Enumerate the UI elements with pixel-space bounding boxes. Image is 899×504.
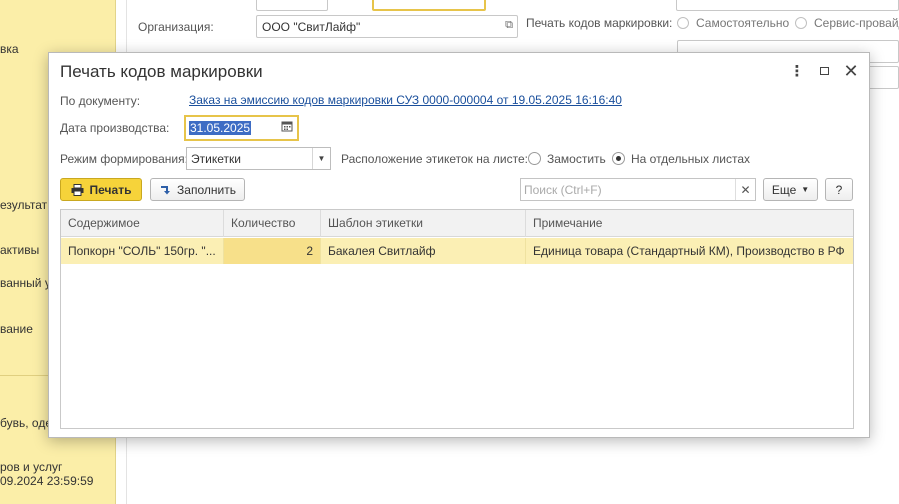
cell-note[interactable]: Единица товара (Стандартный КМ), Произво…	[526, 238, 855, 264]
radio-separate-sheets[interactable]	[612, 152, 625, 165]
more-vert-icon[interactable]: ⋮	[787, 61, 807, 81]
help-button[interactable]: ?	[825, 178, 853, 201]
mode-select[interactable]: Этикетки ▼	[186, 147, 331, 170]
print-button-label: Печать	[89, 182, 132, 197]
org-value: ООО "СвитЛайф"	[262, 20, 361, 34]
clear-icon[interactable]: ✕	[735, 179, 755, 200]
sidebar-item-4[interactable]: вание	[0, 322, 33, 336]
radio-service[interactable]	[795, 17, 807, 29]
chevron-down-icon[interactable]: ▼	[312, 148, 330, 169]
radio-self[interactable]	[677, 17, 689, 29]
calendar-icon[interactable]	[281, 120, 293, 132]
background-date-field[interactable]	[372, 0, 486, 11]
maximize-icon[interactable]	[814, 61, 834, 81]
cell-quantity[interactable]: 2	[224, 238, 321, 264]
radio-tile[interactable]	[528, 152, 541, 165]
fill-arrow-icon	[159, 184, 171, 196]
radio-separate-sheets-label: На отдельных листах	[631, 152, 751, 166]
search-input[interactable]	[521, 179, 735, 200]
background-method-field[interactable]	[676, 0, 899, 11]
print-codes-dialog: Печать кодов маркировки ⋮ ✕ По документу…	[48, 52, 870, 438]
cell-template[interactable]: Бакалея Свитлайф	[321, 238, 526, 264]
more-button[interactable]: Еще ▼	[763, 178, 818, 201]
column-header-content[interactable]: Содержимое	[61, 210, 224, 237]
search-box: ✕	[520, 178, 756, 201]
dialog-title: Печать кодов маркировки	[60, 62, 263, 81]
org-label: Организация:	[138, 20, 214, 34]
radio-tile-label: Замостить	[547, 152, 606, 166]
print-codes-label: Печать кодов маркировки:	[526, 16, 673, 30]
sidebar-item-5[interactable]: бувь, оде	[0, 416, 52, 430]
doc-link[interactable]: Заказ на эмиссию кодов маркировки СУЗ 00…	[189, 93, 622, 107]
sidebar-item-7: 09.2024 23:59:59	[0, 474, 94, 488]
radio-service-label: Сервис-провайд	[814, 16, 899, 30]
fill-button-label: Заполнить	[177, 182, 236, 197]
mode-value: Этикетки	[191, 152, 241, 166]
more-button-label: Еще	[771, 182, 797, 197]
fill-button[interactable]: Заполнить	[150, 178, 245, 201]
doc-label: По документу:	[60, 94, 141, 108]
sidebar-item-3[interactable]: ванный у	[0, 276, 51, 290]
column-header-note[interactable]: Примечание	[526, 210, 855, 237]
codes-table: Содержимое Количество Шаблон этикетки Пр…	[60, 209, 854, 429]
table-row[interactable]: Попкорн "СОЛЬ" 150гр. "... 2 Бакалея Сви…	[61, 238, 853, 264]
background-number-field[interactable]	[256, 0, 328, 11]
column-header-quantity[interactable]: Количество	[224, 210, 321, 237]
org-field[interactable]: ООО "СвитЛайф" ⧉	[256, 15, 518, 38]
column-header-template[interactable]: Шаблон этикетки	[321, 210, 526, 237]
production-date-value: 31.05.2025	[189, 121, 252, 135]
close-icon[interactable]: ✕	[841, 61, 861, 81]
date-label: Дата производства:	[60, 121, 170, 135]
sidebar-item-0[interactable]: вка	[0, 42, 19, 56]
sidebar-item-6[interactable]: ров и услуг	[0, 460, 62, 474]
printer-icon	[71, 183, 84, 196]
open-icon[interactable]: ⧉	[505, 19, 513, 32]
layout-label: Расположение этикеток на листе:	[341, 152, 528, 166]
print-button[interactable]: Печать	[60, 178, 142, 201]
production-date-field[interactable]: 31.05.2025	[184, 115, 299, 141]
mode-label: Режим формирования:	[60, 152, 188, 166]
chevron-down-icon: ▼	[801, 185, 810, 194]
help-button-label: ?	[835, 182, 843, 197]
sidebar-item-2[interactable]: активы	[0, 243, 39, 257]
sidebar-item-1[interactable]: езультат	[0, 198, 47, 212]
radio-self-label: Самостоятельно	[696, 16, 790, 30]
table-header: Содержимое Количество Шаблон этикетки Пр…	[61, 210, 853, 237]
cell-content[interactable]: Попкорн "СОЛЬ" 150гр. "...	[61, 238, 224, 264]
